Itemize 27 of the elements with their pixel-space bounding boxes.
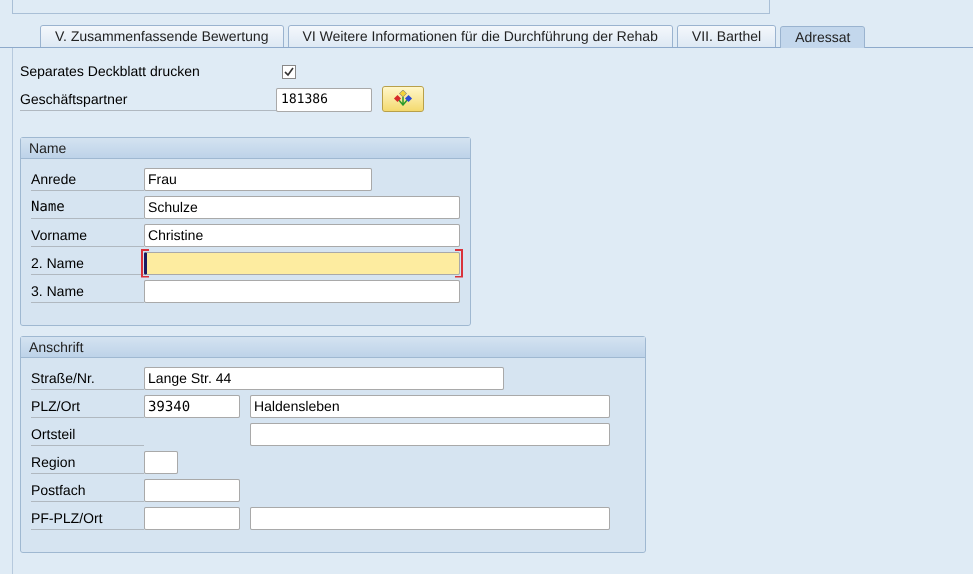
group-title: Name bbox=[29, 138, 66, 158]
tab[interactable]: VII. Barthel bbox=[676, 25, 776, 47]
checkmark-icon bbox=[284, 66, 294, 76]
input-field[interactable]: Lange Str. 44 bbox=[144, 366, 504, 390]
input-field[interactable] bbox=[144, 450, 178, 474]
input-field[interactable]: Christine bbox=[144, 224, 460, 246]
checkbox[interactable] bbox=[282, 64, 296, 78]
input-field[interactable]: 39340 bbox=[144, 395, 240, 418]
tab[interactable]: V. Zusammenfassende Bewertung bbox=[40, 25, 284, 47]
field-label: Ortsteil bbox=[31, 422, 144, 446]
input-field[interactable]: 181386 bbox=[276, 88, 372, 112]
input-field[interactable] bbox=[144, 280, 460, 302]
input-field[interactable]: Haldensleben bbox=[250, 394, 610, 418]
input-field[interactable] bbox=[250, 422, 610, 446]
input-field[interactable]: Schulze bbox=[144, 196, 460, 218]
input-field[interactable] bbox=[144, 478, 240, 502]
field-label: Geschäftspartner bbox=[20, 87, 276, 111]
input-field[interactable] bbox=[144, 252, 460, 274]
hierarchy-button[interactable] bbox=[382, 86, 424, 112]
input-field[interactable] bbox=[250, 506, 610, 530]
tab[interactable]: VI Weitere Informationen für die Durchführung der Rehab bbox=[288, 25, 673, 47]
hierarchy-icon bbox=[393, 90, 413, 108]
input-field[interactable] bbox=[144, 506, 240, 530]
input-field[interactable]: Frau bbox=[144, 168, 372, 190]
checkbox-label: Separates Deckblatt drucken bbox=[20, 62, 201, 81]
tab[interactable]: Adressat bbox=[780, 26, 866, 48]
group-title: Anschrift bbox=[29, 338, 84, 356]
